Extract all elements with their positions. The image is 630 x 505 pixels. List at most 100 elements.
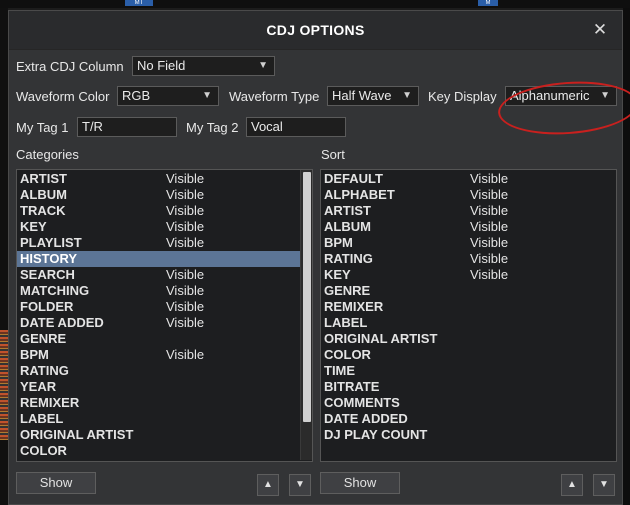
sort-item-status: Visible — [470, 235, 509, 250]
arrow-up-icon[interactable]: ▲ — [257, 474, 279, 496]
categories-list-item[interactable]: SEARCH Visible — [17, 267, 300, 283]
categories-item-status: Visible — [166, 235, 205, 250]
categories-item-name: HISTORY — [20, 251, 78, 266]
categories-item-status: Visible — [166, 171, 205, 186]
arrow-down-icon[interactable]: ▼ — [593, 474, 615, 496]
sort-list-item[interactable]: GENRE — [321, 283, 616, 299]
sort-list[interactable]: DEFAULT Visible ALPHABET Visible ARTIST Visib… — [320, 169, 617, 462]
categories-list-item[interactable]: FOLDER Visible — [17, 299, 300, 315]
sort-list-item[interactable]: TIME — [321, 363, 616, 379]
categories-list-item[interactable]: DATE ADDED Visible — [17, 315, 300, 331]
sort-item-name: REMIXER — [324, 299, 384, 314]
sort-list-item[interactable]: ORIGINAL ARTIST — [321, 331, 616, 347]
categories-list-item[interactable]: HISTORY — [17, 251, 300, 267]
extra-cdj-column-select[interactable]: No Field ▼ — [132, 56, 275, 76]
waveform-type-value: Half Wave — [332, 88, 392, 103]
categories-item-name: LABEL — [20, 411, 64, 426]
sort-item-name: DATE ADDED — [324, 411, 408, 426]
categories-item-name: BPM — [20, 347, 49, 362]
sort-item-name: ALPHABET — [324, 187, 395, 202]
sort-item-name: RATING — [324, 251, 373, 266]
waveform-color-select[interactable]: RGB ▼ — [117, 86, 219, 106]
categories-item-status: Visible — [166, 187, 205, 202]
key-display-select[interactable]: Alphanumeric ▼ — [505, 86, 617, 106]
categories-list-item[interactable]: PLAYLIST Visible — [17, 235, 300, 251]
my-tag-2-field[interactable]: Vocal — [246, 117, 346, 137]
sort-list-item[interactable]: DATE ADDED — [321, 411, 616, 427]
sort-list-item[interactable]: ALPHABET Visible — [321, 187, 616, 203]
sort-list-item[interactable]: BITRATE — [321, 379, 616, 395]
categories-list-item[interactable]: GENRE — [17, 331, 300, 347]
close-icon[interactable]: ✕ — [591, 21, 609, 39]
sort-list-item[interactable]: LABEL — [321, 315, 616, 331]
categories-show-button[interactable]: Show — [16, 472, 96, 494]
categories-list-item[interactable]: REMIXER — [17, 395, 300, 411]
sort-item-name: COLOR — [324, 347, 371, 362]
categories-item-name: ALBUM — [20, 187, 67, 202]
sort-item-status: Visible — [470, 267, 509, 282]
sort-list-item[interactable]: ALBUM Visible — [321, 219, 616, 235]
sort-item-name: BPM — [324, 235, 353, 250]
sort-list-item[interactable]: KEY Visible — [321, 267, 616, 283]
categories-item-name: TRACK — [20, 203, 66, 218]
sort-item-name: ARTIST — [324, 203, 371, 218]
sort-item-name: COMMENTS — [324, 395, 400, 410]
sort-item-name: TIME — [324, 363, 356, 378]
chevron-down-icon: ▼ — [402, 90, 412, 101]
dialog-title: CDJ OPTIONS — [266, 22, 365, 38]
sort-list-item[interactable]: COMMENTS — [321, 395, 616, 411]
chevron-down-icon: ▼ — [258, 60, 268, 71]
background-waveform — [0, 330, 8, 440]
my-tag-1-field[interactable]: T/R — [77, 117, 177, 137]
cdj-options-dialog: CDJ OPTIONS ✕ Extra CDJ Column No Field … — [8, 10, 630, 505]
categories-item-status: Visible — [166, 315, 205, 330]
sort-list-item[interactable]: RATING Visible — [321, 251, 616, 267]
categories-scrollbar[interactable] — [300, 170, 312, 460]
sort-list-item[interactable]: REMIXER — [321, 299, 616, 315]
categories-list-item[interactable]: MATCHING Visible — [17, 283, 300, 299]
arrow-up-icon[interactable]: ▲ — [561, 474, 583, 496]
categories-list-item[interactable]: LABEL — [17, 411, 300, 427]
categories-item-name: MATCHING — [20, 283, 90, 298]
categories-list-item[interactable]: BPM Visible — [17, 347, 300, 363]
categories-list[interactable]: ARTIST Visible ALBUM Visible TRACK Visible KEY… — [16, 169, 313, 462]
categories-list-item[interactable]: RATING — [17, 363, 300, 379]
categories-list-item[interactable]: YEAR — [17, 379, 300, 395]
arrow-down-icon[interactable]: ▼ — [289, 474, 311, 496]
background-app-strip — [0, 0, 630, 8]
categories-list-item[interactable]: ALBUM Visible — [17, 187, 300, 203]
categories-item-name: GENRE — [20, 331, 67, 346]
my-tag-2-label: My Tag 2 — [186, 120, 239, 135]
categories-list-item[interactable]: ARTIST Visible — [17, 171, 300, 187]
categories-item-status: Visible — [166, 299, 205, 314]
categories-item-name: SEARCH — [20, 267, 75, 282]
categories-list-item[interactable]: COLOR — [17, 443, 300, 459]
categories-scrollbar-thumb[interactable] — [303, 172, 311, 422]
categories-item-name: COLOR — [20, 443, 67, 458]
sort-item-name: DEFAULT — [324, 171, 383, 186]
sort-list-item[interactable]: BPM Visible — [321, 235, 616, 251]
sort-item-name: LABEL — [324, 315, 368, 330]
waveform-type-select[interactable]: Half Wave ▼ — [327, 86, 419, 106]
categories-list-item[interactable]: ORIGINAL ARTIST — [17, 427, 300, 443]
sort-show-button[interactable]: Show — [320, 472, 400, 494]
sort-item-name: GENRE — [324, 283, 371, 298]
sort-item-status: Visible — [470, 219, 509, 234]
sort-list-item[interactable]: DJ PLAY COUNT — [321, 427, 616, 443]
categories-item-name: RATING — [20, 363, 69, 378]
sort-list-item[interactable]: COLOR — [321, 347, 616, 363]
categories-list-item[interactable]: KEY Visible — [17, 219, 300, 235]
categories-item-name: REMIXER — [20, 395, 80, 410]
sort-item-status: Visible — [470, 171, 509, 186]
sort-item-name: DJ PLAY COUNT — [324, 427, 428, 442]
dialog-titlebar: CDJ OPTIONS ✕ — [9, 11, 622, 50]
waveform-color-value: RGB — [122, 88, 151, 103]
categories-list-item[interactable]: TRACK Visible — [17, 203, 300, 219]
categories-list-item[interactable]: TIME — [17, 459, 300, 461]
sort-list-item[interactable]: ARTIST Visible — [321, 203, 616, 219]
chevron-down-icon: ▼ — [202, 90, 212, 101]
sort-list-item[interactable]: DEFAULT Visible — [321, 171, 616, 187]
categories-item-status: Visible — [166, 219, 205, 234]
sort-item-name: BITRATE — [324, 379, 380, 394]
categories-item-name: KEY — [20, 219, 47, 234]
